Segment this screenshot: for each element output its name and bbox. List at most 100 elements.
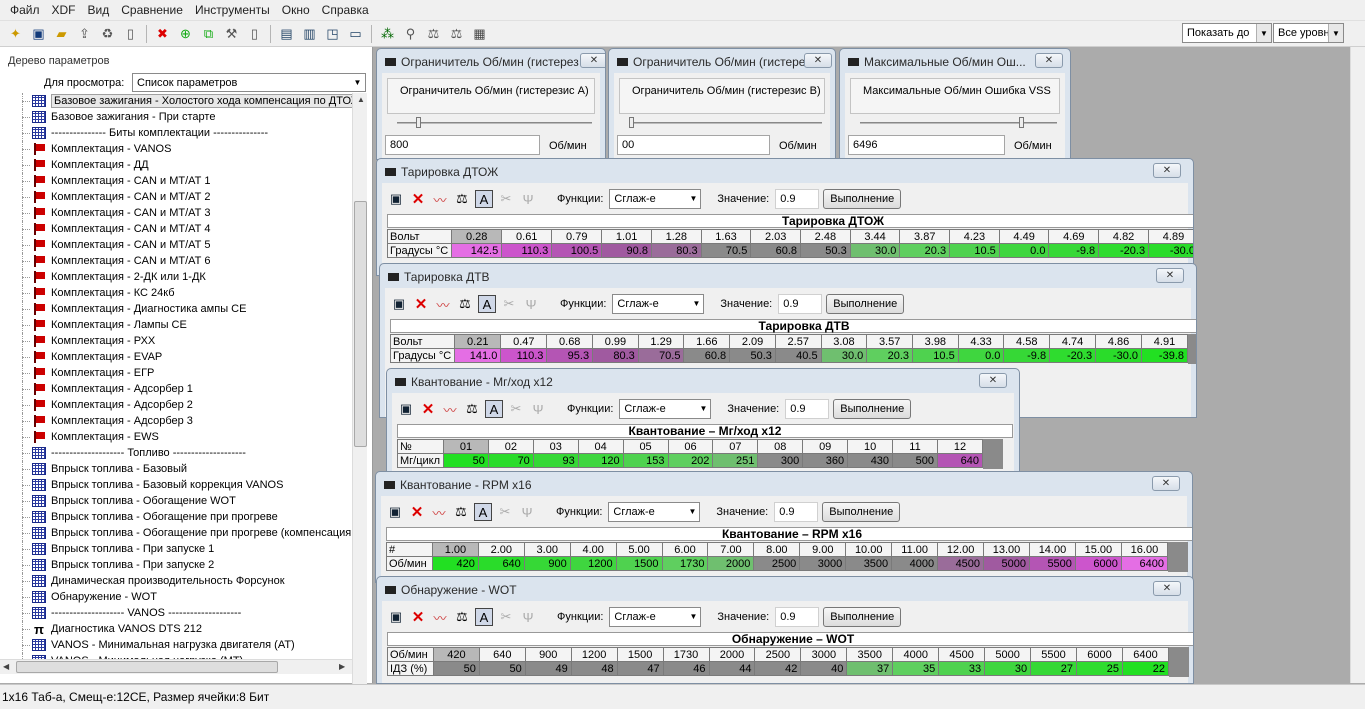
cut-icon[interactable]: ✂ (497, 608, 515, 626)
fork-icon[interactable]: Ψ (522, 295, 540, 313)
table-cell[interactable]: 1730 (661, 556, 709, 571)
tree-item[interactable]: Впрыск топлива - Обогащение WOT (0, 493, 352, 509)
table-cell[interactable]: 70.5 (637, 348, 685, 363)
close-button[interactable]: ✕ (1035, 53, 1063, 68)
table-cell[interactable]: 4500 (937, 556, 985, 571)
table-cell[interactable]: 141.0 (454, 348, 502, 363)
text-tool-icon[interactable]: A (485, 400, 503, 418)
table-cell[interactable]: 48 (570, 661, 618, 676)
graph-icon[interactable]: 〰 (434, 295, 452, 313)
value-input[interactable]: 0.9 (778, 294, 823, 314)
add-green-icon[interactable]: ⊕ (176, 25, 195, 43)
table-cell[interactable]: 22 (1121, 661, 1170, 676)
tree-item[interactable]: -------------------- Топливо -----------… (0, 445, 352, 461)
value-input[interactable]: 00 (617, 135, 770, 155)
tree-item[interactable]: Комплектация - CAN и МТ/АТ 1 (0, 173, 352, 189)
levels-dropdown[interactable]: Все уровн ▼ (1273, 23, 1344, 43)
tree-item[interactable]: Комплектация - 2-ДК или 1-ДК (0, 269, 352, 285)
function-dropdown[interactable]: Сглаж-е (609, 189, 702, 209)
tree-item[interactable]: -------------------- VANOS -------------… (0, 605, 352, 621)
table-cell[interactable]: 2500 (753, 556, 801, 571)
tree-item[interactable]: Обнаружение - WOT (0, 589, 352, 605)
scales-icon[interactable]: ⚖ (453, 190, 471, 208)
close-button[interactable]: ✕ (580, 53, 605, 68)
open-folder-icon[interactable]: ▰ (52, 25, 71, 43)
table-cell[interactable]: -39.8 (1141, 348, 1188, 363)
menu-item[interactable]: Вид (82, 3, 116, 17)
table-cell[interactable]: 95.3 (546, 348, 594, 363)
tree-item[interactable]: Комплектация - CAN и МТ/АТ 6 (0, 253, 352, 269)
value-input[interactable]: 6496 (848, 135, 1005, 155)
table-cell[interactable]: 37 (846, 661, 894, 676)
table-cell[interactable]: 1500 (615, 556, 663, 571)
table-cell[interactable]: 50 (432, 661, 480, 676)
execute-button[interactable]: Выполнение (823, 607, 902, 627)
table-cell[interactable]: -20.3 (1049, 348, 1097, 363)
tree-item[interactable]: Комплектация - CAN и МТ/АТ 2 (0, 189, 352, 205)
scales-icon[interactable]: ⚖ (424, 25, 443, 43)
cut-icon[interactable]: ✂ (497, 190, 515, 208)
show-to-dropdown[interactable]: Показать до ▼ (1182, 23, 1272, 43)
tree-item[interactable]: Комплектация - EWS (0, 429, 352, 445)
table-cell[interactable]: 47 (616, 661, 664, 676)
fork-icon[interactable]: Ψ (529, 400, 547, 418)
blank-page-icon[interactable]: ▯ (245, 25, 264, 43)
tree-item[interactable]: Комплектация - Лампы CE (0, 317, 352, 333)
table-cell[interactable]: 430 (847, 453, 894, 468)
table-cell[interactable]: 3500 (845, 556, 893, 571)
table-cell[interactable]: 142.5 (451, 243, 503, 258)
table-cell[interactable]: 251 (712, 453, 759, 468)
scales-icon[interactable]: ⚖ (452, 503, 470, 521)
function-dropdown[interactable]: Сглаж-е (612, 294, 705, 314)
execute-button[interactable]: Выполнение (822, 502, 901, 522)
save-icon[interactable]: ▣ (387, 190, 405, 208)
table-cell[interactable]: 60.8 (750, 243, 802, 258)
tree-item[interactable]: Впрыск топлива - При запуске 2 (0, 557, 352, 573)
table-cell[interactable]: 202 (667, 453, 714, 468)
tree-item[interactable]: Комплектация - VANOS (0, 141, 352, 157)
tree-item[interactable]: Комплектация - CAN и МТ/АТ 4 (0, 221, 352, 237)
graph-icon[interactable]: 〰 (431, 608, 449, 626)
save-icon[interactable]: ▣ (397, 400, 415, 418)
table-cell[interactable]: 27 (1030, 661, 1078, 676)
tree-item[interactable]: VANOS - Минимальная нагрузка двигателя (… (0, 637, 352, 653)
menu-item[interactable]: Файл (4, 3, 46, 17)
value-input[interactable]: 0.9 (785, 399, 830, 419)
tree-item[interactable]: Комплектация - Адсорбер 3 (0, 413, 352, 429)
scroll-up-icon[interactable]: ▲ (357, 95, 365, 104)
window-split-icon[interactable]: ▥ (300, 25, 319, 43)
cut-icon[interactable]: ✂ (500, 295, 518, 313)
text-tool-icon[interactable]: A (478, 295, 496, 313)
tree-item[interactable]: Комплектация - CAN и МТ/АТ 3 (0, 205, 352, 221)
tree-item[interactable]: π Диагностика VANOS DTS 212 (0, 621, 352, 637)
close-button[interactable]: ✕ (804, 53, 832, 68)
table-cell[interactable]: 50.3 (800, 243, 851, 258)
table-cell[interactable]: 110.3 (501, 243, 553, 258)
tree-item[interactable]: Впрыск топлива - Обогащение при прогреве… (0, 525, 352, 541)
new-star-icon[interactable]: ✦ (6, 25, 25, 43)
fork-icon[interactable]: Ψ (518, 503, 536, 521)
scroll-thumb[interactable] (16, 661, 278, 673)
slider-knob[interactable] (416, 117, 421, 128)
table-cell[interactable]: 30.0 (849, 243, 901, 258)
table-cell[interactable]: 50.3 (729, 348, 776, 363)
menu-item[interactable]: Сравнение (115, 3, 189, 17)
function-dropdown[interactable]: Сглаж-е (608, 502, 701, 522)
table-cell[interactable]: 0.0 (998, 243, 1050, 258)
monitor-icon[interactable]: ▭ (346, 25, 365, 43)
menu-item[interactable]: Окно (276, 3, 316, 17)
tree-item[interactable]: Динамическая производительность Форсунок (0, 573, 352, 589)
scroll-left-icon[interactable]: ◀ (3, 662, 9, 671)
workspace-vertical-scrollbar[interactable] (1350, 47, 1365, 683)
execute-button[interactable]: Выполнение (833, 399, 912, 419)
graph-icon[interactable]: 〰 (441, 400, 459, 418)
delete-x-icon[interactable]: ✕ (409, 190, 427, 208)
delete-x-icon[interactable]: ✕ (419, 400, 437, 418)
save-icon[interactable]: ▣ (386, 503, 404, 521)
parameter-tree[interactable]: Базовое зажигания - Холостого хода компе… (0, 93, 352, 705)
graph-icon[interactable]: 〰 (431, 190, 449, 208)
window-list-icon[interactable]: ▤ (277, 25, 296, 43)
table-cell[interactable]: 50 (478, 661, 526, 676)
table-cell[interactable]: 300 (757, 453, 804, 468)
tree-item[interactable]: Комплектация - КС 24кб (0, 285, 352, 301)
